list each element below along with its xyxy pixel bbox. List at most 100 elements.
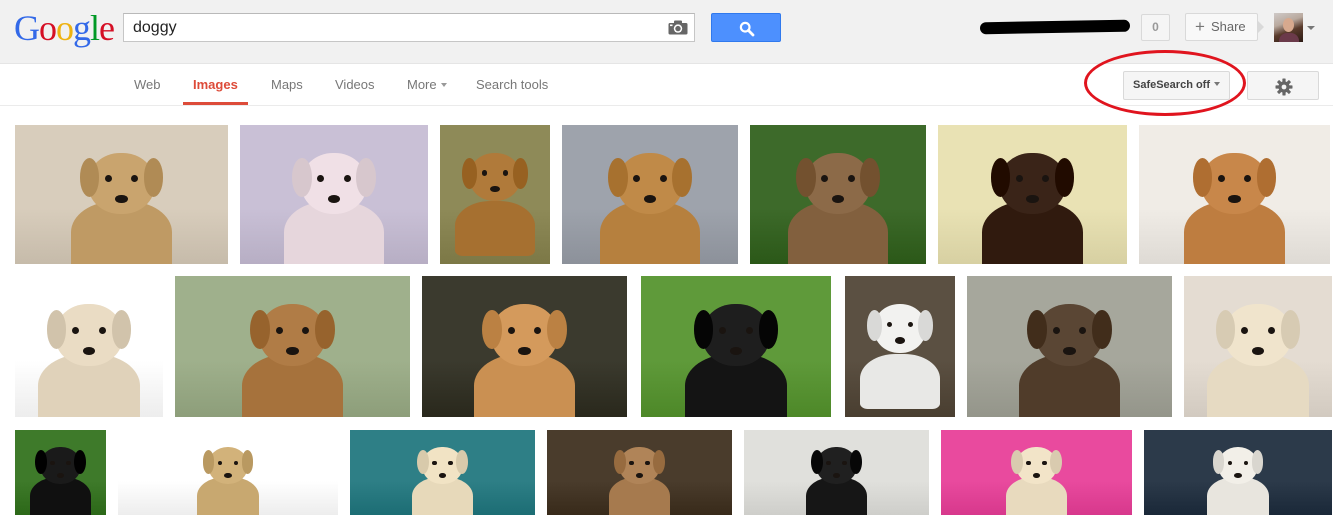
- camera-icon[interactable]: [668, 20, 688, 35]
- dog-shape: [438, 472, 447, 478]
- dog-shape: [455, 201, 535, 257]
- logo-letter: o: [56, 8, 74, 48]
- image-result-thumbnail[interactable]: [422, 276, 627, 417]
- image-result-thumbnail[interactable]: [118, 430, 338, 515]
- dog-shape: [1027, 309, 1047, 350]
- tab-more[interactable]: More: [407, 65, 447, 105]
- search-box[interactable]: [123, 13, 695, 42]
- dog-shape: [719, 326, 727, 334]
- chevron-down-icon: [1214, 82, 1221, 86]
- dog-shape: [432, 460, 437, 465]
- dog-shape: [635, 472, 644, 478]
- dog-shape: [608, 158, 628, 198]
- dog-shape: [502, 170, 509, 176]
- dog-shape: [250, 309, 270, 350]
- dog-shape: [224, 472, 232, 478]
- dog-shape: [292, 158, 312, 198]
- dog-shape: [643, 194, 657, 203]
- image-result-thumbnail[interactable]: [938, 125, 1127, 264]
- dog-shape: [1042, 460, 1047, 465]
- image-result-thumbnail[interactable]: [1139, 125, 1330, 264]
- dog-shape: [1063, 346, 1076, 355]
- dog-shape: [1234, 472, 1242, 478]
- chevron-down-icon: [440, 83, 447, 87]
- dog-shape: [614, 450, 626, 475]
- dog-shape: [796, 158, 816, 198]
- image-result-thumbnail[interactable]: [941, 430, 1132, 515]
- tab-label: Maps: [271, 77, 303, 92]
- dog-shape: [1054, 158, 1075, 198]
- dog-shape: [50, 460, 55, 465]
- tab-web[interactable]: Web: [134, 65, 161, 105]
- image-result-thumbnail[interactable]: [744, 430, 929, 515]
- top-bar: Google 0 + Share: [0, 0, 1333, 64]
- dog-shape: [56, 472, 65, 478]
- image-result-thumbnail[interactable]: [845, 276, 955, 417]
- image-result-thumbnail[interactable]: [15, 125, 228, 264]
- dog-shape: [417, 450, 429, 475]
- search-button[interactable]: [711, 13, 781, 42]
- share-button[interactable]: + Share: [1185, 13, 1258, 41]
- gear-icon: [1275, 78, 1293, 96]
- image-result-thumbnail[interactable]: [15, 276, 163, 417]
- dog-shape: [1050, 450, 1062, 475]
- logo-letter: e: [99, 8, 115, 48]
- dog-shape: [72, 326, 80, 334]
- plus-icon: +: [1195, 17, 1205, 36]
- tab-label: Images: [193, 77, 238, 92]
- dog-shape: [895, 337, 905, 344]
- image-result-thumbnail[interactable]: [641, 276, 831, 417]
- notification-count[interactable]: 0: [1141, 14, 1170, 41]
- logo-letter: l: [90, 8, 100, 48]
- dog-shape: [1217, 175, 1225, 182]
- google-logo[interactable]: Google: [14, 8, 115, 48]
- share-arrow-icon: [1257, 20, 1264, 34]
- dog-shape: [482, 309, 502, 350]
- dog-shape: [826, 460, 831, 465]
- dog-shape: [758, 309, 779, 350]
- dog-shape: [1280, 309, 1301, 350]
- tab-videos[interactable]: Videos: [335, 65, 375, 105]
- dog-shape: [327, 194, 341, 203]
- dog-shape: [672, 158, 692, 198]
- image-result-thumbnail[interactable]: [1184, 276, 1332, 417]
- tab-label: More: [407, 77, 437, 92]
- dog-shape: [831, 194, 845, 203]
- redacted-username: [979, 19, 1131, 35]
- logo-letter: o: [39, 8, 57, 48]
- image-result-thumbnail[interactable]: [1144, 430, 1332, 515]
- image-result-thumbnail[interactable]: [547, 430, 732, 515]
- image-result-thumbnail[interactable]: [562, 125, 738, 264]
- dog-shape: [847, 175, 855, 182]
- tab-images[interactable]: Images: [183, 65, 248, 105]
- dog-shape: [850, 450, 862, 475]
- search-tools-button[interactable]: Search tools: [476, 65, 548, 105]
- image-result-thumbnail[interactable]: [15, 430, 106, 515]
- dog-shape: [275, 326, 283, 334]
- image-result-thumbnail[interactable]: [440, 125, 550, 264]
- dog-shape: [66, 460, 71, 465]
- settings-button[interactable]: [1247, 71, 1319, 100]
- dog-shape: [860, 158, 880, 198]
- dog-shape: [1256, 158, 1277, 198]
- dog-shape: [811, 450, 823, 475]
- search-results-page: Google 0 +Share Web I: [0, 0, 1333, 515]
- dog-shape: [629, 460, 634, 465]
- dog-shape: [1228, 194, 1241, 203]
- tab-maps[interactable]: Maps: [271, 65, 303, 105]
- dog-shape: [115, 194, 128, 203]
- chevron-down-icon[interactable]: [1307, 26, 1315, 30]
- dog-shape: [867, 309, 883, 341]
- dog-shape: [241, 450, 254, 475]
- image-result-thumbnail[interactable]: [750, 125, 926, 264]
- image-result-thumbnail[interactable]: [350, 430, 535, 515]
- search-input[interactable]: [124, 14, 664, 41]
- image-result-thumbnail[interactable]: [967, 276, 1172, 417]
- image-result-thumbnail[interactable]: [240, 125, 428, 264]
- image-result-thumbnail[interactable]: [175, 276, 410, 417]
- avatar[interactable]: [1274, 13, 1303, 42]
- logo-letter: g: [73, 8, 91, 48]
- safesearch-dropdown[interactable]: SafeSearch off: [1123, 71, 1230, 100]
- dog-shape: [343, 175, 351, 182]
- dog-shape: [74, 450, 86, 475]
